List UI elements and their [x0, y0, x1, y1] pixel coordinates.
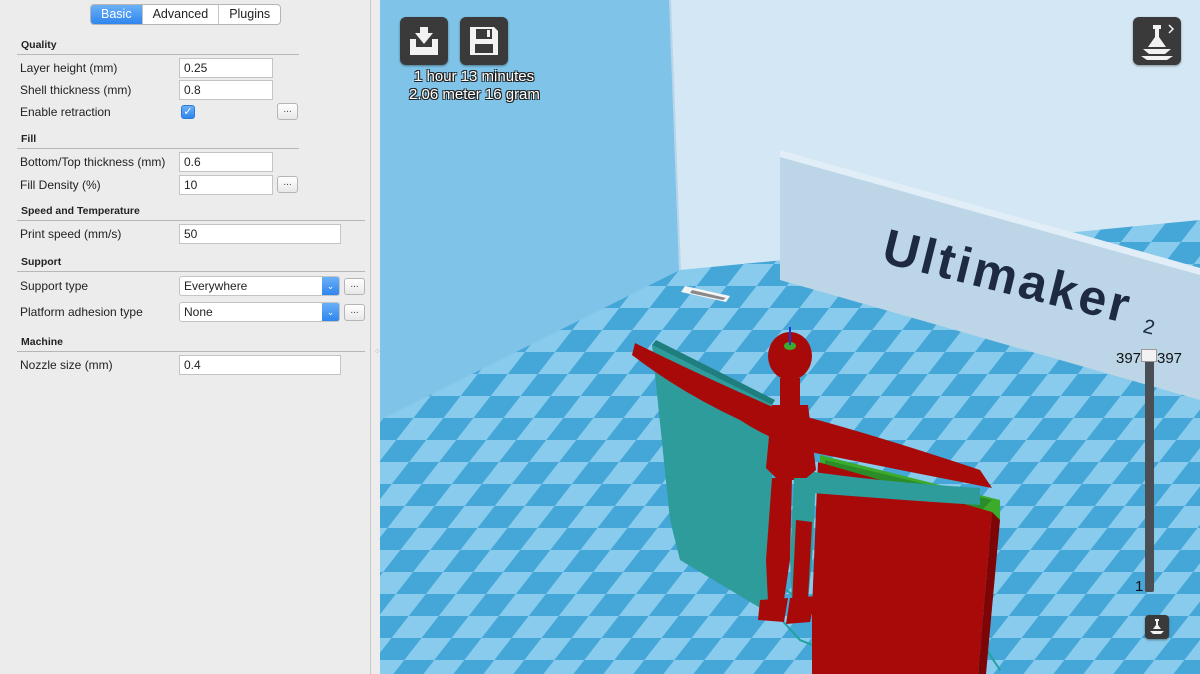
print-time-text: 1 hour 13 minutes [414, 68, 535, 85]
save-gcode-button[interactable] [460, 17, 508, 65]
layer-slider-handle[interactable] [1141, 349, 1157, 362]
adhesion-settings-button[interactable]: ... [344, 304, 365, 321]
layer-max-left-label: 397 [1116, 350, 1142, 367]
bottom-top-thickness-input[interactable] [179, 152, 273, 172]
support-type-value: Everywhere [184, 279, 248, 293]
settings-panel: Basic Advanced Plugins Quality Layer hei… [0, 0, 371, 674]
settings-tabs: Basic Advanced Plugins [90, 4, 282, 25]
section-title-fill: Fill [21, 133, 37, 145]
view-mode-icon [1141, 24, 1175, 60]
chevron-down-icon: ⌄ [322, 303, 339, 321]
section-divider [17, 271, 365, 272]
section-title-support: Support [21, 256, 62, 268]
fill-settings-button[interactable]: ... [277, 176, 298, 193]
view-mode-button[interactable] [1133, 17, 1181, 65]
section-divider [17, 148, 299, 149]
layer-min-label: 1 [1135, 578, 1144, 595]
model-torso [766, 405, 816, 480]
retraction-settings-button[interactable]: ... [277, 103, 298, 120]
print-speed-label: Print speed (mm/s) [20, 227, 122, 241]
platform-adhesion-label: Platform adhesion type [20, 305, 143, 319]
platform-adhesion-select[interactable]: None ⌄ [179, 302, 340, 322]
nozzle-size-input[interactable] [179, 355, 341, 375]
shell-thickness-label: Shell thickness (mm) [20, 83, 132, 97]
print-speed-input[interactable] [179, 224, 341, 244]
layer-max-right-label: 397 [1157, 350, 1183, 367]
section-divider [17, 54, 299, 55]
load-model-icon [410, 27, 438, 55]
load-model-button[interactable] [400, 17, 448, 65]
layer-view-button[interactable] [1145, 615, 1169, 639]
section-divider [17, 220, 365, 221]
print-material-text: 2.06 meter 16 gram [409, 86, 540, 103]
save-gcode-icon [470, 27, 498, 55]
bottom-top-thickness-label: Bottom/Top thickness (mm) [20, 155, 166, 169]
fill-density-label: Fill Density (%) [20, 178, 101, 192]
layer-height-label: Layer height (mm) [20, 61, 118, 75]
section-title-speed: Speed and Temperature [21, 205, 140, 217]
section-divider [17, 351, 365, 352]
platform-adhesion-value: None [184, 305, 213, 319]
shell-thickness-input[interactable] [179, 80, 273, 100]
layer-view-icon [1150, 619, 1164, 634]
chevron-down-icon: ⌄ [322, 277, 339, 295]
nozzle-size-label: Nozzle size (mm) [20, 358, 113, 372]
3d-viewport[interactable]: Ultimaker 2 1 hour 13 minutes 2.06 meter… [380, 0, 1200, 674]
support-settings-button[interactable]: ... [344, 278, 365, 295]
enable-retraction-label: Enable retraction [20, 105, 111, 119]
enable-retraction-checkbox[interactable]: ✓ [181, 105, 195, 119]
section-title-quality: Quality [21, 39, 57, 51]
tab-basic[interactable]: Basic [91, 5, 142, 24]
support-type-label: Support type [20, 279, 89, 293]
tab-plugins[interactable]: Plugins [218, 5, 280, 24]
support-type-select[interactable]: Everywhere ⌄ [179, 276, 340, 296]
tab-advanced[interactable]: Advanced [141, 5, 219, 24]
section-title-machine: Machine [21, 336, 64, 348]
layer-slider-track[interactable] [1145, 360, 1154, 592]
layer-height-input[interactable] [179, 58, 273, 78]
fill-density-input[interactable] [179, 175, 273, 195]
